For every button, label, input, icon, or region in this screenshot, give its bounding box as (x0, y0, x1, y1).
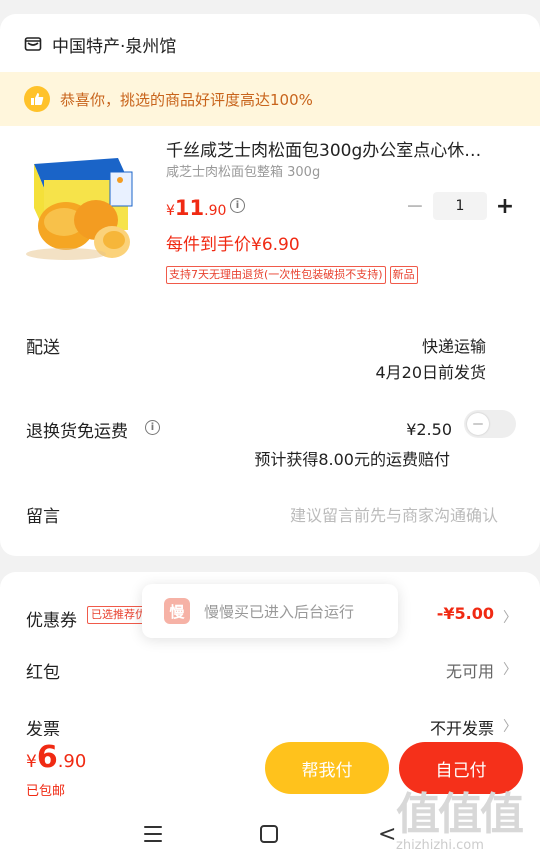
unit-price: 每件到手价¥6.90 (166, 235, 300, 255)
home-icon[interactable] (260, 825, 278, 843)
shop-icon (24, 37, 42, 51)
watermark-url: zhizhizhi.com (396, 838, 484, 853)
quantity-input[interactable]: 1 (433, 192, 487, 220)
insurance-price: ¥2.50 (406, 420, 452, 439)
message-input[interactable]: 建议留言前先与商家沟通确认 (290, 502, 498, 526)
price-info-icon[interactable]: i (230, 198, 245, 213)
thumbs-up-icon (24, 86, 50, 112)
decrease-button[interactable]: − (404, 192, 426, 220)
product-spec[interactable]: 咸芝士肉松面包整箱 300g (166, 161, 320, 180)
new-product-tag: 新品 (389, 266, 418, 284)
total-integer: 6 (36, 740, 58, 775)
price-decimal: .90 (204, 203, 227, 219)
coupon-label: 优惠券 (26, 611, 77, 631)
delivery-date: 4月20日前发货 (375, 363, 486, 382)
product-price: ¥ 11 .90 (166, 196, 226, 220)
return-policy-tag: 支持7天无理由退货(一次性包装破损不支持) (166, 266, 386, 284)
insurance-toggle[interactable] (464, 410, 516, 438)
chevron-right-icon[interactable]: 〉 (503, 659, 517, 679)
coupon-value[interactable]: -¥5.00 (437, 604, 494, 623)
banner-text: 恭喜你，挑选的商品好评度高达100% (60, 90, 313, 109)
recent-apps-icon[interactable] (144, 826, 162, 842)
self-pay-button[interactable]: 自己付 (399, 742, 523, 794)
help-pay-button[interactable]: 帮我付 (265, 742, 389, 794)
total-decimal: .90 (57, 751, 87, 772)
delivery-method: 快递运输 (421, 337, 486, 356)
shop-row[interactable]: 中国特产·泉州馆 (24, 32, 177, 57)
toast-text: 慢慢买已进入后台运行 (204, 602, 355, 621)
delivery-label: 配送 (26, 338, 60, 358)
praise-banner: 恭喜你，挑选的商品好评度高达100% (0, 72, 540, 126)
product-image[interactable] (24, 150, 144, 270)
total-currency: ¥ (26, 752, 37, 772)
watermark: 值值值 zhizhizhi.com (396, 789, 524, 854)
increase-button[interactable]: + (495, 192, 515, 220)
insurance-info-icon[interactable]: i (145, 420, 160, 435)
red-packet-label: 红包 (26, 663, 60, 683)
product-tags: 支持7天无理由退货(一次性包装破损不支持) 新品 (166, 266, 418, 284)
background-toast: 慢 慢慢买已进入后台运行 (142, 584, 398, 638)
shop-name: 中国特产·泉州馆 (52, 36, 177, 57)
back-icon[interactable]: < (378, 822, 396, 847)
chevron-right-icon[interactable]: 〉 (503, 716, 517, 736)
product-title[interactable]: 千丝咸芝士肉松面包300g办公室点心休… (166, 136, 506, 161)
quantity-stepper: − 1 + (404, 192, 515, 220)
app-icon: 慢 (164, 598, 190, 624)
price-currency: ¥ (166, 203, 175, 219)
watermark-logo: 值值值 (396, 789, 524, 840)
chevron-right-icon[interactable]: 〉 (503, 607, 517, 627)
order-card: 中国特产·泉州馆 恭喜你，挑选的商品好评度高达100% (0, 14, 540, 556)
insurance-note: 预计获得8.00元的运费赔付 (254, 450, 450, 469)
return-insurance-label: 退换货免运费 (26, 422, 128, 442)
red-packet-value[interactable]: 无可用 (446, 658, 494, 682)
toggle-knob (467, 413, 489, 435)
price-integer: 11 (174, 196, 205, 220)
free-shipping-label: 已包邮 (26, 784, 66, 799)
message-label: 留言 (26, 507, 60, 527)
total-price: ¥ 6 .90 (26, 740, 86, 775)
